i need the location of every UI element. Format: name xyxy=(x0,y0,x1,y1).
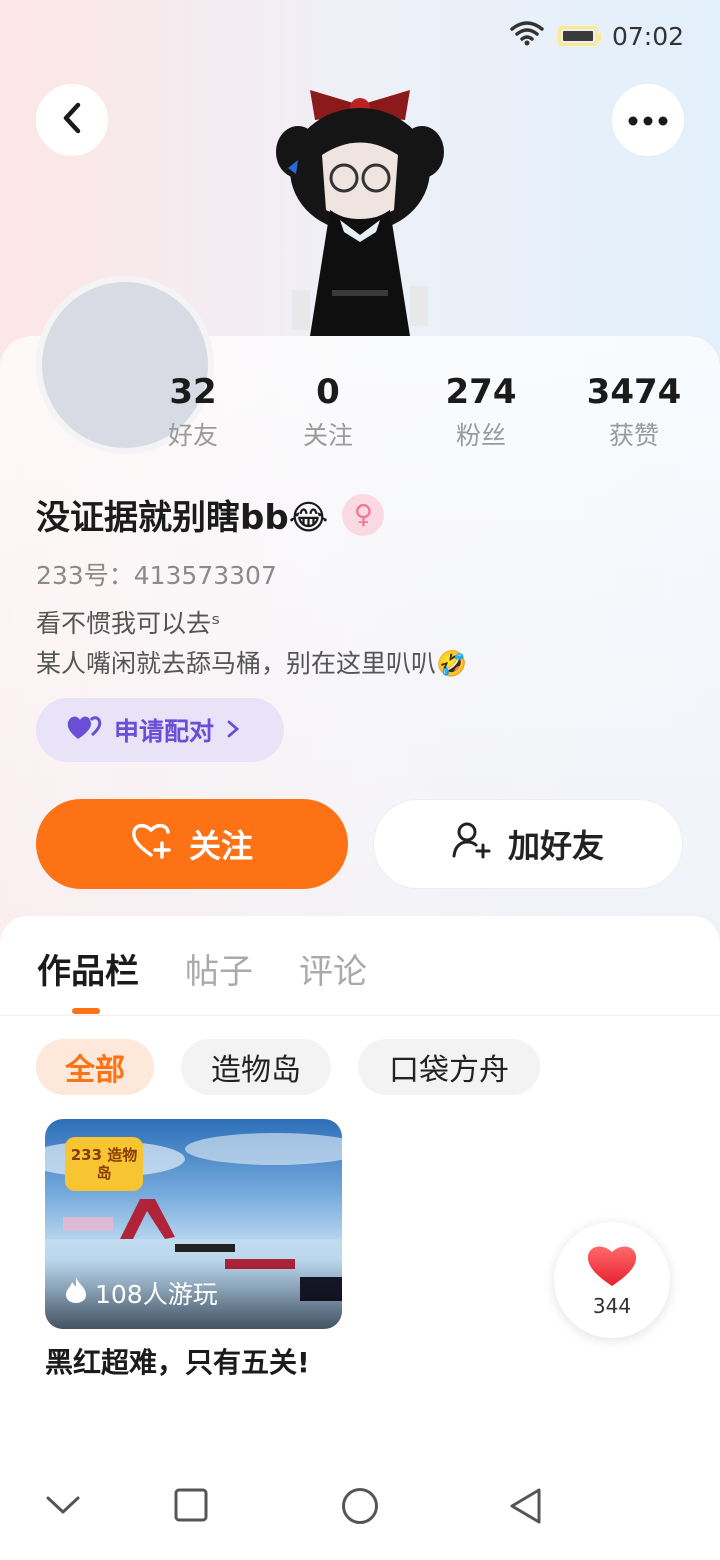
tab-comments[interactable]: 评论 xyxy=(299,944,367,993)
stat-likes[interactable]: 3474 获赞 xyxy=(564,372,704,452)
chevron-right-icon xyxy=(226,716,240,745)
nickname: 没证据就别瞎bb😂 xyxy=(36,498,329,538)
game-logo-text: 233 造物岛 xyxy=(70,1146,138,1182)
battery-icon xyxy=(557,26,601,46)
tab-posts[interactable]: 帖子 xyxy=(185,944,253,993)
wifi-icon xyxy=(510,20,544,52)
status-time: 07:02 xyxy=(611,21,684,51)
navigation-bar xyxy=(0,1460,720,1560)
stat-value: 3474 xyxy=(586,372,682,412)
back-arrow-icon xyxy=(60,101,84,139)
filter-all[interactable]: 全部 xyxy=(36,1039,154,1095)
filter-pocket-ark[interactable]: 口袋方舟 xyxy=(358,1039,540,1095)
like-button[interactable]: 344 xyxy=(554,1222,670,1338)
active-tab-indicator xyxy=(72,1008,100,1014)
pair-request-label: 申请配对 xyxy=(114,717,215,746)
stat-label: 获赞 xyxy=(608,421,659,450)
nickname-row: 没证据就别瞎bb😂 ♀ xyxy=(36,490,385,539)
stat-value: 32 xyxy=(169,372,217,412)
square-icon[interactable] xyxy=(174,1488,208,1526)
heart-icon xyxy=(586,1242,638,1292)
stat-label: 关注 xyxy=(302,421,353,450)
chevron-down-icon[interactable] xyxy=(45,1494,81,1520)
more-dots-icon xyxy=(628,111,668,130)
stat-fans[interactable]: 274 粉丝 xyxy=(411,372,551,452)
bio-line: 某人嘴闲就去舔马桶，别在这里叭叭🤣 xyxy=(36,649,468,678)
stat-value: 0 xyxy=(316,372,340,412)
avatar-character-image xyxy=(270,60,450,336)
stat-friends[interactable]: 32 好友 xyxy=(123,372,263,452)
female-gender-icon: ♀ xyxy=(342,493,385,536)
tab-works[interactable]: 作品栏 xyxy=(37,944,139,993)
user-id: 233号：413573307 xyxy=(36,561,277,590)
play-count: 108人游玩 xyxy=(65,1275,218,1311)
flame-icon xyxy=(65,1276,87,1310)
add-user-icon xyxy=(452,821,492,867)
like-count: 344 xyxy=(592,1294,632,1318)
divider xyxy=(0,1015,720,1016)
game-thumbnail[interactable]: 233 造物岛 108人游玩 xyxy=(45,1119,342,1329)
bio-line: 看不惯我可以去ˢ xyxy=(36,609,221,638)
pair-hearts-icon xyxy=(66,713,102,747)
play-count-text: 108人游玩 xyxy=(95,1280,218,1309)
stat-label: 粉丝 xyxy=(455,421,506,450)
triangle-back-icon[interactable] xyxy=(508,1487,544,1529)
follow-button[interactable]: 关注 xyxy=(36,799,348,889)
bio: 看不惯我可以去ˢ 某人嘴闲就去舔马桶，别在这里叭叭🤣 xyxy=(36,604,467,684)
game-title[interactable]: 黑红超难，只有五关! xyxy=(45,1340,342,1386)
gender-symbol: ♀ xyxy=(353,499,373,530)
add-friend-label: 加好友 xyxy=(507,827,604,865)
circle-icon[interactable] xyxy=(341,1487,379,1529)
game-logo-badge: 233 造物岛 xyxy=(65,1137,143,1191)
add-friend-button[interactable]: 加好友 xyxy=(373,799,683,889)
more-button[interactable] xyxy=(612,84,684,156)
filter-creation-island[interactable]: 造物岛 xyxy=(181,1039,331,1095)
status-bar: 07:02 xyxy=(510,18,684,54)
stat-label: 好友 xyxy=(167,421,218,450)
stat-following[interactable]: 0 关注 xyxy=(258,372,398,452)
back-button[interactable] xyxy=(36,84,108,156)
heart-plus-icon xyxy=(131,821,173,867)
pair-request-button[interactable]: 申请配对 xyxy=(36,698,284,762)
stat-value: 274 xyxy=(445,372,517,412)
follow-label: 关注 xyxy=(188,827,253,865)
